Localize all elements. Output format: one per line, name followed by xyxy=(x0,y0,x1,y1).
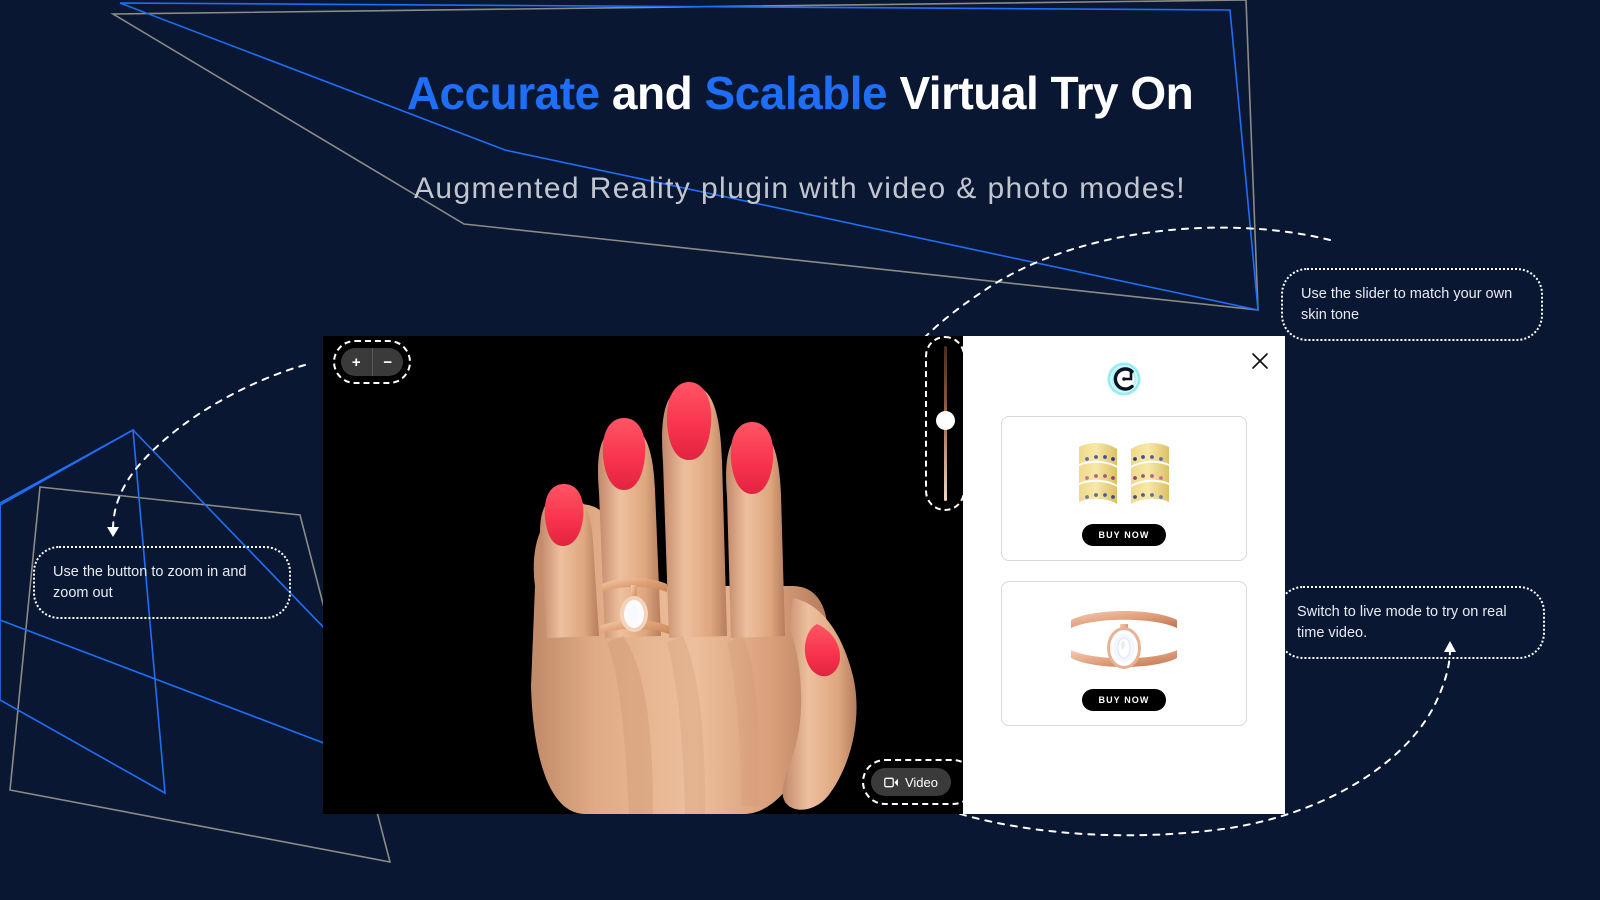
video-mode-button[interactable]: Video xyxy=(870,768,951,796)
zoom-in-button[interactable]: + xyxy=(341,348,373,376)
skin-tone-slider[interactable] xyxy=(925,336,963,511)
callout-skin-tone-slider: Use the slider to match your own skin to… xyxy=(1281,268,1543,342)
video-camera-icon xyxy=(884,777,898,787)
title-rest: Virtual Try On xyxy=(899,67,1194,119)
zoom-out-button[interactable]: − xyxy=(373,348,404,376)
callout-zoom-button: Use the button to zoom in and zoom out xyxy=(33,546,291,620)
product-card[interactable]: BUY NOW xyxy=(1001,581,1247,726)
page-root: Accurate and Scalable Virtual Try On Aug… xyxy=(0,0,1600,900)
product-image-rose-gold-halo-ring xyxy=(1049,597,1199,685)
skin-tone-slider-thumb[interactable] xyxy=(936,410,955,430)
title-word-and: and xyxy=(611,67,693,119)
video-mode-control: Video xyxy=(861,759,963,805)
brand-logo-icon xyxy=(1107,362,1141,396)
title-accent-scalable: Scalable xyxy=(704,67,888,119)
product-card[interactable]: BUY NOW xyxy=(1001,416,1247,561)
zoom-pill: + − xyxy=(341,348,403,376)
skin-tone-slider-track[interactable] xyxy=(936,346,955,501)
close-icon[interactable] xyxy=(1249,350,1271,372)
zoom-controls: + − xyxy=(333,340,411,384)
title-accent-accurate: Accurate xyxy=(406,67,600,119)
virtual-tryon-widget: + − Video BUY NOW BUY NOW xyxy=(323,336,1285,814)
video-mode-label: Video xyxy=(904,774,938,790)
buy-now-button[interactable]: BUY NOW xyxy=(1082,523,1166,546)
hand-render xyxy=(323,336,963,814)
page-title: Accurate and Scalable Virtual Try On xyxy=(0,68,1600,119)
page-subtitle: Augmented Reality plugin with video & ph… xyxy=(413,172,1187,205)
product-panel: BUY NOW BUY NOW xyxy=(963,336,1285,814)
callout-live-mode: Switch to live mode to try on real time … xyxy=(1277,586,1545,660)
buy-now-button[interactable]: BUY NOW xyxy=(1082,688,1166,711)
camera-viewport[interactable]: + − Video xyxy=(323,336,963,814)
product-image-gold-ear-cuffs xyxy=(1065,432,1183,520)
